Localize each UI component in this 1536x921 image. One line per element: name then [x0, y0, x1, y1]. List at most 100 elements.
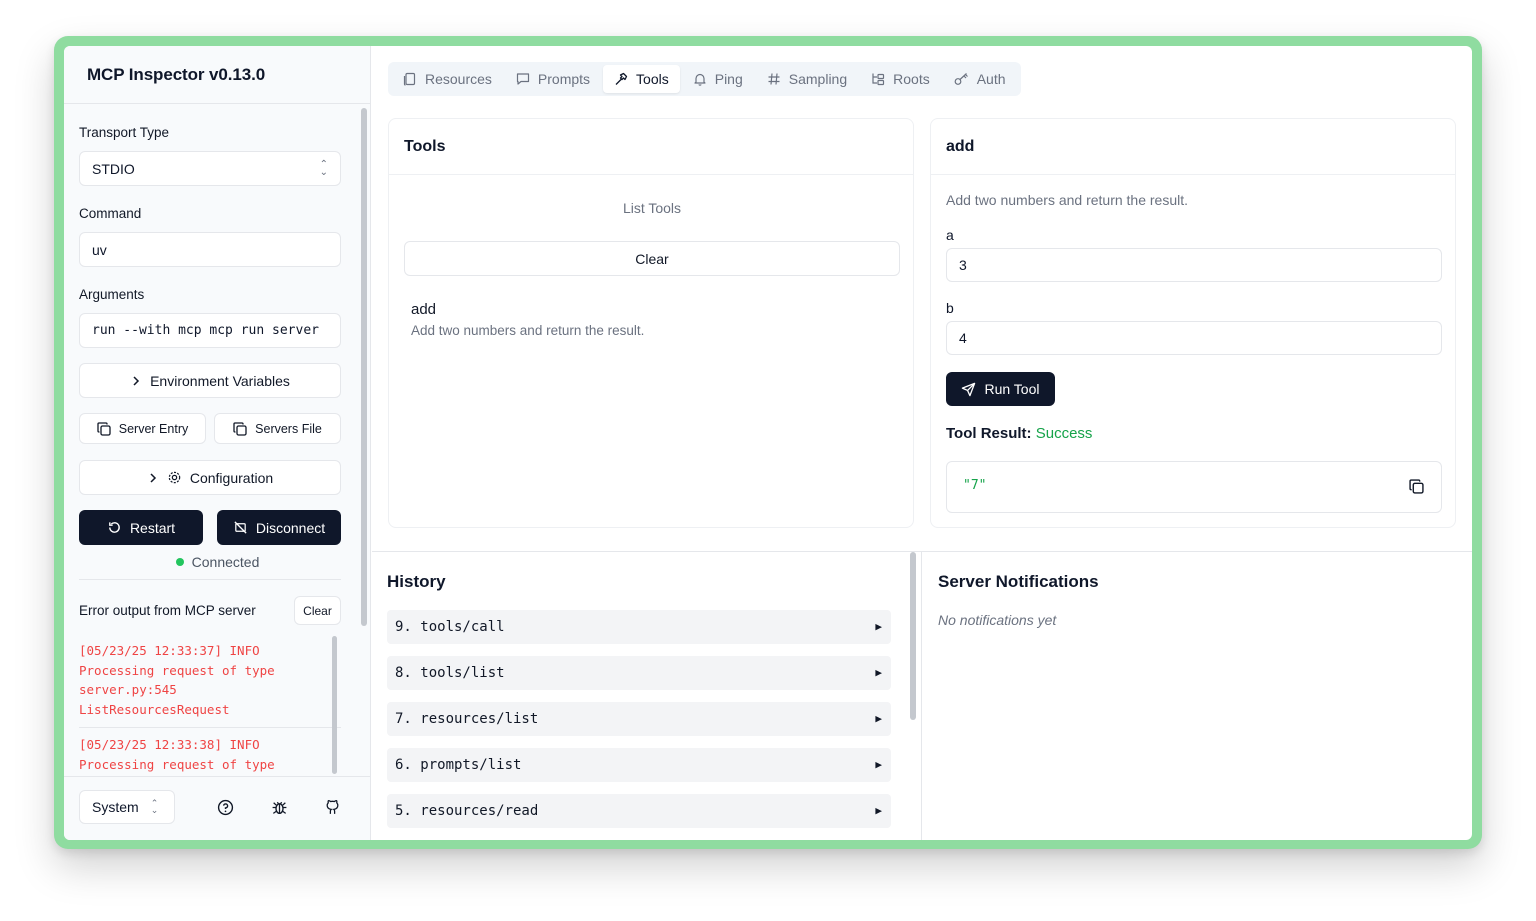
sidebar: MCP Inspector v0.13.0 Transport Type STD… [64, 46, 371, 840]
tab-label: Tools [636, 71, 669, 87]
tab-label: Ping [714, 71, 743, 87]
sidebar-header: MCP Inspector v0.13.0 [64, 46, 370, 104]
expand-triangle-icon: ▶ [875, 804, 882, 817]
tab-label: Prompts [537, 71, 591, 87]
tools-list-card: Tools List Tools Clear add Add two numbe… [388, 118, 914, 528]
tool-result-label: Tool Result: [946, 425, 1032, 442]
command-label: Command [79, 206, 142, 221]
history-item-label: 5. resources/read [395, 803, 539, 819]
servers-file-label: Servers File [255, 421, 322, 436]
expand-triangle-icon: ▶ [875, 712, 882, 725]
folder-tree-icon [871, 72, 885, 86]
param-a-label: a [946, 227, 954, 243]
tab-bar: Resources Prompts Tools Ping Sampling Ro… [388, 62, 1021, 96]
arguments-value: run --with mcp mcp run server [92, 323, 319, 338]
history-item[interactable]: 9. tools/call ▶ [387, 610, 891, 644]
tab-ping[interactable]: Ping [682, 65, 754, 93]
inspector-window: MCP Inspector v0.13.0 Transport Type STD… [64, 46, 1472, 840]
tab-prompts[interactable]: Prompts [505, 65, 601, 93]
arguments-label: Arguments [79, 287, 145, 302]
chevron-up-down-icon: ⌃ ⌄ [150, 798, 159, 815]
error-output-log: [05/23/25 12:33:37] INFO Processing requ… [79, 634, 341, 774]
arguments-input[interactable]: run --with mcp mcp run server [79, 313, 341, 348]
environment-variables-label: Environment Variables [150, 372, 290, 389]
server-entry-button[interactable]: Server Entry [79, 413, 206, 444]
error-log-scrollbar[interactable] [332, 636, 337, 774]
rotate-icon [107, 520, 122, 535]
error-clear-label: Clear [303, 603, 332, 618]
expand-triangle-icon: ▶ [875, 620, 882, 633]
list-tools-button[interactable]: List Tools [389, 200, 915, 216]
history-item[interactable]: 6. prompts/list ▶ [387, 748, 891, 782]
history-panel: History 9. tools/call ▶ 8. tools/list ▶ … [372, 552, 916, 840]
divider [79, 579, 341, 580]
tool-detail-title: add [946, 137, 975, 155]
key-icon [954, 72, 969, 86]
disconnect-button[interactable]: Disconnect [217, 510, 341, 545]
environment-variables-toggle[interactable]: Environment Variables [79, 363, 341, 398]
tool-list-item[interactable]: add Add two numbers and return the resul… [411, 301, 891, 338]
server-entry-label: Server Entry [118, 421, 189, 436]
tool-result-heading: Tool Result: Success [946, 425, 1092, 442]
configuration-label: Configuration [189, 469, 274, 486]
restart-button[interactable]: Restart [79, 510, 203, 545]
restart-label: Restart [129, 519, 176, 536]
disconnect-label: Disconnect [255, 519, 326, 536]
error-clear-button[interactable]: Clear [294, 596, 341, 625]
help-circle-icon[interactable] [215, 797, 235, 817]
tool-detail-header: add [931, 119, 1455, 175]
command-input[interactable]: uv [79, 232, 341, 267]
tab-resources[interactable]: Resources [392, 65, 503, 93]
github-icon[interactable] [322, 797, 342, 817]
history-item-label: 7. resources/list [395, 711, 539, 727]
log-entry: [05/23/25 12:33:38] INFO Processing requ… [79, 728, 341, 774]
log-entry: [05/23/25 12:33:37] INFO Processing requ… [79, 634, 341, 728]
status-dot [175, 558, 184, 566]
run-tool-label: Run Tool [984, 381, 1040, 397]
transport-type-select[interactable]: STDIO ⌃ ⌄ [79, 151, 341, 186]
run-tool-button[interactable]: Run Tool [946, 372, 1055, 406]
copy-icon[interactable] [1409, 479, 1424, 494]
theme-value: System [92, 799, 139, 815]
transport-type-label: Transport Type [79, 125, 170, 140]
history-item-label: 6. prompts/list [395, 757, 522, 773]
history-item[interactable]: 8. tools/list ▶ [387, 656, 891, 690]
tab-label: Sampling [788, 71, 848, 87]
tool-detail-card: add Add two numbers and return the resul… [930, 118, 1456, 528]
bell-icon [693, 72, 707, 86]
tab-tools[interactable]: Tools [603, 65, 680, 93]
history-item-label: 8. tools/list [395, 665, 505, 681]
transport-type-value: STDIO [92, 160, 135, 177]
param-b-value: 4 [959, 330, 967, 346]
history-item[interactable]: 7. resources/list ▶ [387, 702, 891, 736]
param-b-input[interactable]: 4 [946, 321, 1442, 355]
bug-icon[interactable] [269, 797, 289, 817]
tool-result-box: "7" [946, 461, 1442, 513]
app-title: MCP Inspector v0.13.0 [87, 64, 266, 84]
history-title: History [387, 572, 446, 591]
command-value: uv [92, 241, 107, 258]
tool-result-status: Success [1035, 425, 1093, 442]
tab-label: Roots [893, 71, 930, 87]
tab-sampling[interactable]: Sampling [756, 65, 858, 93]
file-icon [403, 72, 417, 86]
unplug-icon [233, 520, 248, 535]
tab-roots[interactable]: Roots [860, 65, 941, 93]
clear-tools-button[interactable]: Clear [404, 241, 900, 276]
expand-triangle-icon: ▶ [875, 666, 882, 679]
sidebar-scrollbar[interactable] [361, 108, 367, 626]
tool-name: add [411, 301, 437, 318]
notifications-empty-text: No notifications yet [938, 612, 1057, 628]
servers-file-button[interactable]: Servers File [214, 413, 341, 444]
param-a-input[interactable]: 3 [946, 248, 1442, 282]
param-a-value: 3 [959, 257, 967, 273]
theme-select[interactable]: System ⌃ ⌄ [79, 790, 175, 824]
history-item[interactable]: 5. resources/read ▶ [387, 794, 891, 828]
configuration-toggle[interactable]: Configuration [79, 460, 341, 495]
history-scrollbar[interactable] [910, 552, 916, 720]
tab-auth[interactable]: Auth [943, 65, 1017, 93]
tool-description: Add two numbers and return the result. [411, 323, 645, 338]
status-text: Connected [191, 554, 260, 570]
copy-icon [97, 421, 111, 436]
notifications-title: Server Notifications [938, 572, 1099, 591]
